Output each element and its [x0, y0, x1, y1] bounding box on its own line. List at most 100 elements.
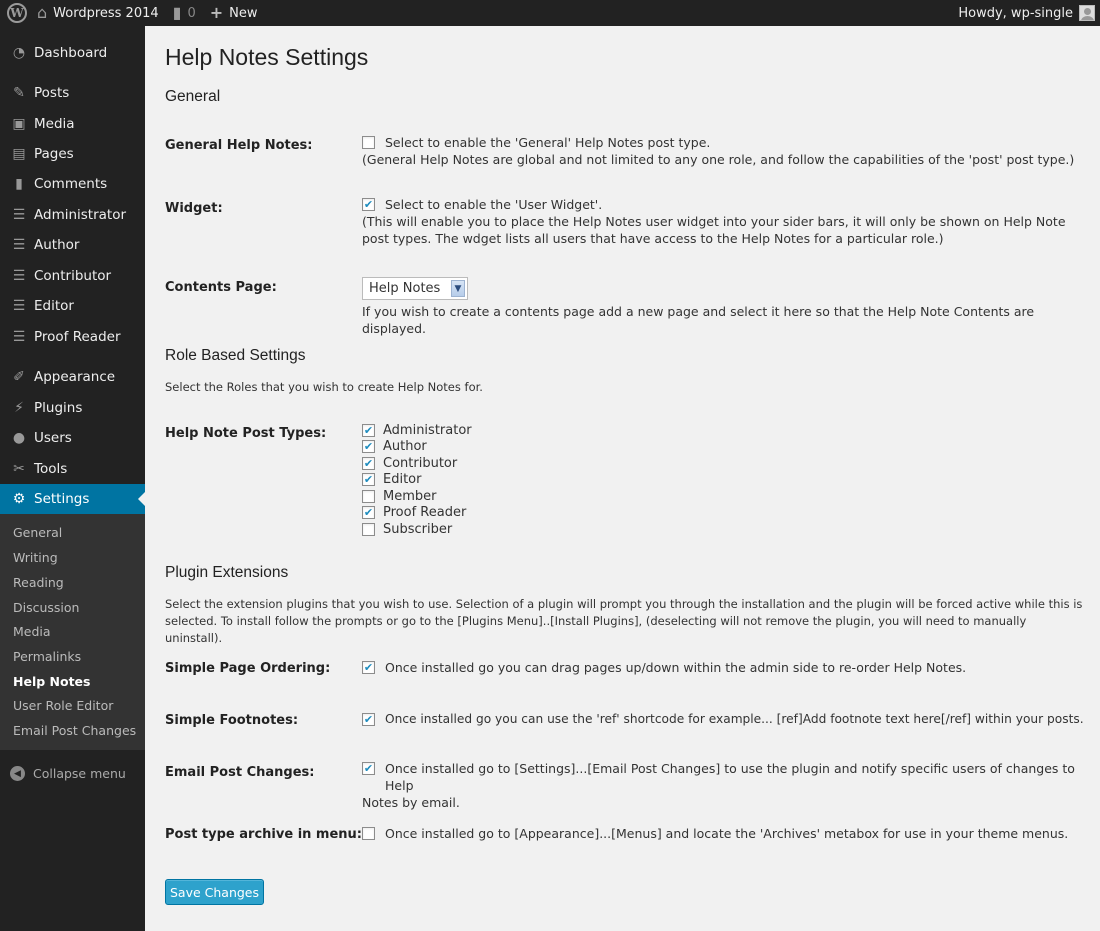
submenu-help-notes[interactable]: Help Notes	[13, 674, 90, 689]
menu-item-dashboard[interactable]: ◔ Dashboard	[0, 38, 145, 68]
post-type-archive-field: Once installed go to [Appearance]...[Men…	[362, 825, 1082, 842]
howdy-text: Howdy, wp-single	[958, 5, 1073, 21]
menu-item-proof-reader[interactable]: ☰ Proof Reader	[0, 322, 145, 352]
role-checkbox-subscriber[interactable]	[362, 522, 375, 536]
menu-item-settings[interactable]: ⚙ Settings	[0, 484, 145, 514]
pages-icon: ▤	[12, 146, 26, 162]
comments-link[interactable]: ▮ 0	[166, 0, 203, 26]
submenu-permalinks[interactable]: Permalinks	[13, 649, 81, 664]
menu-item-pages[interactable]: ▤ Pages	[0, 139, 145, 169]
role-checkbox-author[interactable]: ✔	[362, 440, 375, 454]
comments-count: 0	[187, 5, 196, 21]
section-heading-roles: Role Based Settings	[165, 347, 306, 364]
widget-checkbox[interactable]: ✔	[362, 198, 375, 211]
role-checkbox-list: ✔ Administrator ✔ Author ✔ Contributor ✔ Edi…	[362, 422, 472, 538]
submenu-reading[interactable]: Reading	[13, 575, 64, 590]
pin-icon: ✎	[13, 85, 25, 101]
menu-label: Settings	[34, 491, 90, 507]
email-post-changes-field: ✔ Once installed go to [Settings]...[Ema…	[362, 760, 1082, 811]
role-checkbox-editor[interactable]: ✔	[362, 473, 375, 487]
role-label: Administrator	[383, 422, 472, 438]
help-note-post-types-label: Help Note Post Types:	[165, 426, 327, 441]
post-type-archive-text: Once installed go to [Appearance]...[Men…	[385, 826, 1069, 841]
settings-submenu: General Writing Reading Discussion Media…	[0, 514, 145, 750]
checkmark-icon: ✔	[363, 440, 374, 454]
submenu-writing[interactable]: Writing	[13, 550, 58, 565]
my-account[interactable]: Howdy, wp-single	[958, 5, 1100, 21]
comment-bubble-icon: ▮	[172, 3, 182, 22]
submenu-discussion[interactable]: Discussion	[13, 600, 79, 615]
wordpress-logo-icon[interactable]: W	[7, 3, 27, 23]
menu-item-appearance[interactable]: ✐ Appearance	[0, 362, 145, 392]
roles-intro: Select the Roles that you wish to create…	[165, 380, 483, 394]
media-icon: ▣	[12, 116, 26, 132]
site-name-link[interactable]: ⌂ Wordpress 2014	[30, 0, 166, 26]
role-row-editor: ✔ Editor	[362, 472, 472, 489]
role-row-proof-reader: ✔ Proof Reader	[362, 505, 472, 522]
dashboard-icon: ◔	[12, 45, 26, 61]
submenu-media[interactable]: Media	[13, 624, 51, 639]
admin-menu: ◔ Dashboard ✎ Posts ▣ Media ▤ Pages ▮ Comment…	[0, 26, 145, 931]
role-checkbox-administrator[interactable]: ✔	[362, 423, 375, 437]
simple-page-ordering-checkbox[interactable]: ✔	[362, 661, 375, 674]
new-content-link[interactable]: + New	[203, 0, 265, 26]
admin-bar: W ⌂ Wordpress 2014 ▮ 0 + New Howdy, wp-s…	[0, 0, 1100, 26]
role-row-author: ✔ Author	[362, 439, 472, 456]
submenu-general[interactable]: General	[13, 525, 62, 540]
new-label: New	[229, 5, 258, 21]
submenu-user-role-editor[interactable]: User Role Editor	[13, 698, 113, 713]
menu-item-administrator[interactable]: ☰ Administrator	[0, 200, 145, 230]
simple-footnotes-field: ✔ Once installed go you can use the 'ref…	[362, 711, 1092, 728]
menu-item-media[interactable]: ▣ Media	[0, 109, 145, 139]
role-checkbox-proof-reader[interactable]: ✔	[362, 506, 375, 520]
note-icon: ☰	[12, 298, 26, 314]
chevron-down-icon: ▼	[451, 280, 465, 297]
checkmark-icon: ✔	[363, 506, 374, 520]
contents-page-select[interactable]: Help Notes ▼	[362, 277, 468, 300]
general-help-notes-checkbox[interactable]	[362, 136, 375, 149]
menu-item-contributor[interactable]: ☰ Contributor	[0, 261, 145, 291]
extensions-intro: Select the extension plugins that you wi…	[165, 596, 1085, 647]
checkmark-icon: ✔	[363, 456, 374, 470]
checkmark-icon: ✔	[363, 762, 374, 775]
page-title: Help Notes Settings	[165, 44, 369, 70]
checkmark-icon: ✔	[363, 661, 374, 674]
role-row-member: Member	[362, 488, 472, 505]
menu-label: Plugins	[34, 400, 83, 416]
post-type-archive-label: Post type archive in menu:	[165, 827, 362, 842]
comment-icon: ▮	[15, 176, 23, 192]
checkmark-icon: ✔	[363, 713, 374, 726]
avatar	[1079, 5, 1095, 21]
menu-item-comments[interactable]: ▮ Comments	[0, 169, 145, 199]
collapse-arrow-icon: ◀	[10, 766, 25, 781]
save-changes-button[interactable]: Save Changes	[165, 879, 264, 905]
simple-footnotes-text: Once installed go you can use the 'ref' …	[385, 712, 1084, 726]
brush-icon: ✐	[13, 369, 25, 385]
submenu-email-post-changes[interactable]: Email Post Changes	[13, 723, 136, 738]
email-post-changes-checkbox[interactable]: ✔	[362, 762, 375, 775]
simple-page-ordering-text: Once installed go you can drag pages up/…	[385, 660, 967, 675]
role-row-administrator: ✔ Administrator	[362, 422, 472, 439]
role-checkbox-contributor[interactable]: ✔	[362, 456, 375, 470]
menu-item-author[interactable]: ☰ Author	[0, 230, 145, 260]
menu-item-users[interactable]: ● Users	[0, 423, 145, 453]
simple-page-ordering-label: Simple Page Ordering:	[165, 661, 331, 676]
menu-item-tools[interactable]: ✂ Tools	[0, 454, 145, 484]
home-icon: ⌂	[37, 3, 48, 22]
role-checkbox-member[interactable]	[362, 489, 375, 503]
role-label: Editor	[383, 472, 422, 488]
simple-footnotes-checkbox[interactable]: ✔	[362, 713, 375, 726]
role-label: Author	[383, 439, 427, 455]
menu-item-posts[interactable]: ✎ Posts	[0, 78, 145, 108]
user-icon: ●	[12, 430, 26, 446]
checkmark-icon: ✔	[363, 198, 374, 211]
menu-label: Users	[34, 430, 72, 446]
menu-item-plugins[interactable]: ⚡ Plugins	[0, 393, 145, 423]
role-row-subscriber: Subscriber	[362, 521, 472, 538]
collapse-menu-button[interactable]: ◀ Collapse menu	[10, 766, 126, 781]
post-type-archive-checkbox[interactable]	[362, 827, 375, 840]
email-post-changes-label: Email Post Changes:	[165, 765, 315, 780]
menu-label: Media	[34, 116, 75, 132]
general-help-notes-text: Select to enable the 'General' Help Note…	[385, 135, 711, 150]
menu-item-editor[interactable]: ☰ Editor	[0, 291, 145, 321]
